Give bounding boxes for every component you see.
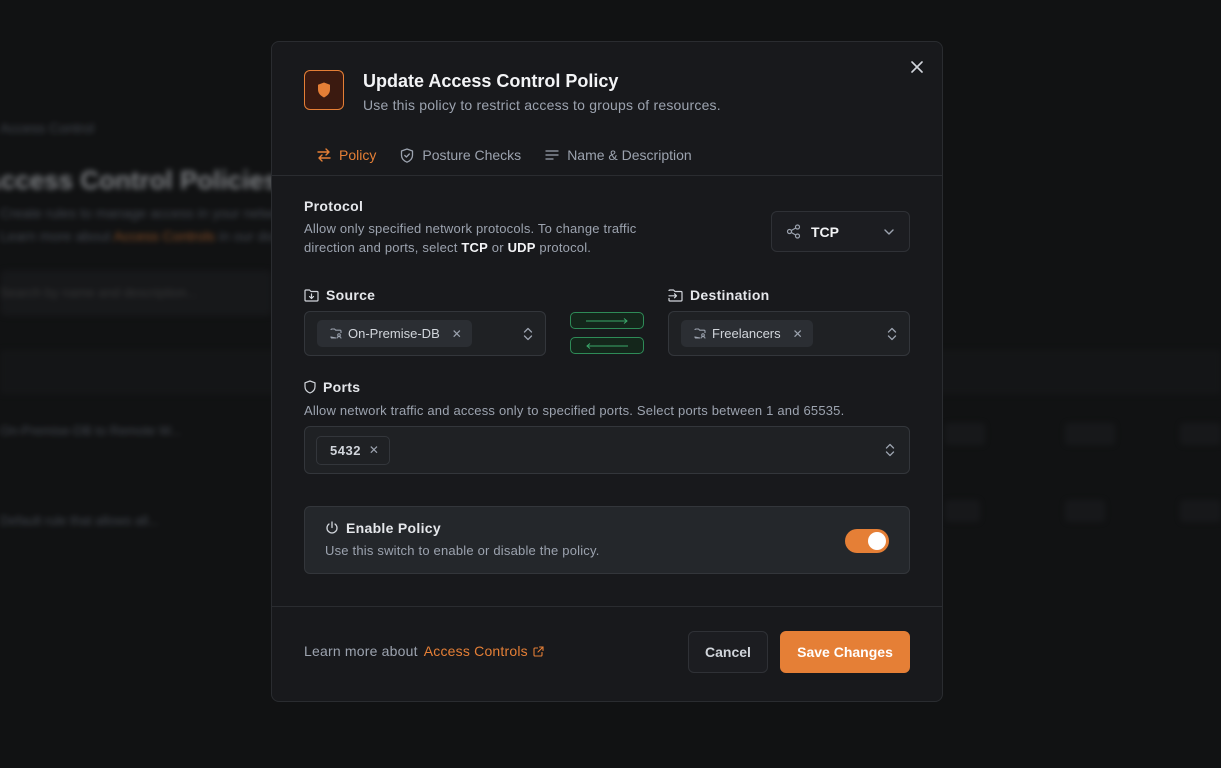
background-cell bbox=[1180, 423, 1221, 445]
background-cell bbox=[1065, 500, 1105, 522]
ports-section: Ports Allow network traffic and access o… bbox=[304, 379, 844, 420]
arrows-exchange-icon bbox=[317, 148, 331, 162]
link-text: Access Controls bbox=[423, 643, 528, 659]
remove-port-button[interactable]: ✕ bbox=[369, 443, 380, 457]
enable-policy-help: Use this switch to enable or disable the… bbox=[325, 543, 600, 558]
external-link-icon bbox=[533, 645, 544, 657]
learn-more: Learn more about Access Controls bbox=[304, 643, 544, 659]
folder-user-icon bbox=[694, 328, 706, 339]
power-icon bbox=[326, 521, 338, 534]
group-chip: Freelancers ✕ bbox=[681, 320, 813, 347]
ports-label: Ports bbox=[304, 379, 844, 395]
toggle-knob bbox=[868, 532, 886, 550]
enable-policy-toggle[interactable] bbox=[845, 529, 889, 553]
enable-policy-label: Enable Policy bbox=[325, 520, 441, 536]
tab-label: Posture Checks bbox=[422, 147, 522, 163]
background-row: Default rule that allows all... bbox=[0, 513, 159, 528]
chevrons-up-down-icon bbox=[887, 327, 897, 341]
folder-download-icon bbox=[304, 288, 319, 302]
learn-more-text: Learn more about bbox=[304, 643, 418, 659]
destination-groups-select[interactable]: Freelancers ✕ bbox=[668, 311, 910, 356]
folder-input-icon bbox=[668, 288, 683, 302]
chip-label: On-Premise-DB bbox=[348, 326, 440, 341]
shield-check-icon bbox=[401, 147, 414, 163]
chevron-down-icon bbox=[884, 228, 894, 235]
protocol-value: TCP bbox=[811, 223, 839, 240]
background-row: On-Premise-DB to Remote W... bbox=[0, 423, 182, 438]
label-text: Destination bbox=[690, 287, 770, 303]
group-chip: On-Premise-DB ✕ bbox=[317, 320, 472, 347]
remove-chip-button[interactable]: ✕ bbox=[793, 327, 803, 341]
tab-label: Policy bbox=[339, 147, 377, 163]
tab-posture-checks[interactable]: Posture Checks bbox=[400, 145, 521, 165]
modal-subtitle: Use this policy to restrict access to gr… bbox=[363, 97, 721, 113]
ports-help: Allow network traffic and access only to… bbox=[304, 403, 845, 418]
background-cell bbox=[1180, 500, 1221, 522]
port-chip: 5432 ✕ bbox=[316, 435, 391, 465]
label-text: Enable Policy bbox=[346, 520, 441, 536]
protocol-section: Protocol Allow only specified network pr… bbox=[304, 198, 684, 257]
label-text: Source bbox=[326, 287, 376, 303]
footer-divider bbox=[272, 606, 942, 607]
source-label: Source bbox=[304, 287, 375, 303]
breadcrumb: Access Control bbox=[0, 120, 95, 136]
source-groups-select[interactable]: On-Premise-DB ✕ bbox=[304, 311, 546, 356]
label-text: Ports bbox=[323, 379, 361, 395]
close-icon bbox=[911, 61, 923, 73]
remove-chip-button[interactable]: ✕ bbox=[452, 327, 462, 341]
enable-policy-card: Enable Policy Use this switch to enable … bbox=[304, 506, 910, 574]
background-search: Search by name and description... bbox=[0, 270, 272, 316]
arrow-right-icon bbox=[586, 317, 628, 324]
chip-label: 5432 bbox=[330, 442, 361, 458]
save-changes-button[interactable]: Save Changes bbox=[780, 631, 910, 673]
search-placeholder: Search by name and description... bbox=[0, 285, 198, 300]
chevrons-up-down-icon bbox=[885, 443, 895, 457]
shield-outline-icon bbox=[304, 380, 316, 394]
modal-tabs: Policy Posture Checks Name & Description bbox=[317, 145, 692, 165]
modal-header: Update Access Control Policy Use this po… bbox=[304, 70, 721, 113]
destination-label: Destination bbox=[668, 287, 770, 303]
shield-icon bbox=[318, 82, 330, 98]
chip-label: Freelancers bbox=[712, 326, 781, 341]
subtitle-link: Access Controls bbox=[113, 228, 215, 244]
update-policy-modal: Update Access Control Policy Use this po… bbox=[271, 41, 943, 702]
page-title: Access Control Policies bbox=[0, 165, 279, 195]
modal-title: Update Access Control Policy bbox=[363, 71, 619, 91]
tab-label: Name & Description bbox=[567, 147, 692, 163]
subtitle-prefix: Learn more about bbox=[0, 228, 111, 244]
chevrons-up-down-icon bbox=[523, 327, 533, 341]
cancel-button[interactable]: Cancel bbox=[688, 631, 768, 673]
share-nodes-icon bbox=[786, 224, 801, 239]
tab-name-description[interactable]: Name & Description bbox=[545, 145, 692, 165]
tab-policy[interactable]: Policy bbox=[317, 145, 376, 165]
protocol-select[interactable]: TCP bbox=[771, 211, 910, 252]
background-cell bbox=[945, 500, 980, 522]
ports-input[interactable]: 5432 ✕ bbox=[304, 426, 910, 474]
arrow-left-icon bbox=[586, 342, 628, 349]
background-cell bbox=[1065, 423, 1115, 445]
protocol-label: Protocol bbox=[304, 198, 364, 214]
direction-forward-button[interactable] bbox=[570, 312, 644, 329]
tabs-divider bbox=[272, 175, 942, 176]
background-cell bbox=[945, 423, 985, 445]
policy-badge bbox=[304, 70, 344, 110]
close-button[interactable] bbox=[908, 58, 926, 76]
protocol-help: Allow only specified network protocols. … bbox=[304, 221, 637, 255]
direction-backward-button[interactable] bbox=[570, 337, 644, 354]
folder-user-icon bbox=[330, 328, 342, 339]
text-lines-icon bbox=[545, 150, 559, 160]
access-controls-link[interactable]: Access Controls bbox=[424, 643, 544, 659]
